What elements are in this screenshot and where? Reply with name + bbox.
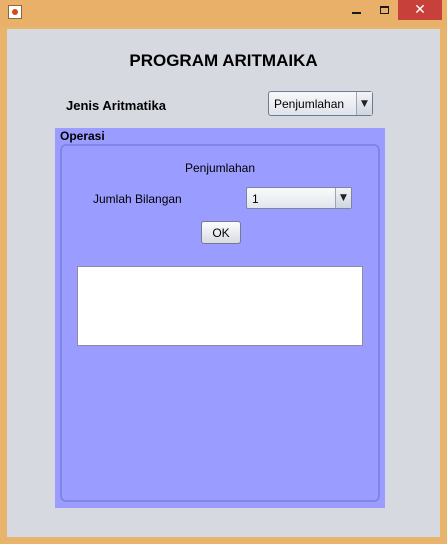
jenis-aritmatika-value: Penjumlahan xyxy=(274,97,345,111)
maximize-icon xyxy=(379,6,389,14)
jumlah-bilangan-select[interactable]: 1 ▼ xyxy=(246,187,352,209)
operasi-mode-label: Penjumlahan xyxy=(184,161,256,175)
jenis-aritmatika-label: Jenis Aritmatika xyxy=(66,98,166,113)
page-title: PROGRAM ARITMAIKA xyxy=(129,51,318,70)
chevron-down-icon[interactable]: ▼ xyxy=(335,188,351,208)
jumlah-bilangan-value: 1 xyxy=(252,192,259,206)
app-window: ✕ PROGRAM ARITMAIKA Jenis Aritmatika Pen… xyxy=(0,0,447,544)
operasi-panel: Operasi Penjumlahan Jumlah Bilangan 1 ▼ … xyxy=(55,128,385,508)
title-bar: ✕ xyxy=(0,0,447,26)
ok-button[interactable]: OK xyxy=(201,221,241,244)
minimize-button[interactable] xyxy=(342,0,370,20)
minimize-icon xyxy=(351,12,361,14)
main-content: PROGRAM ARITMAIKA Jenis Aritmatika Penju… xyxy=(7,29,440,537)
maximize-button[interactable] xyxy=(370,0,398,20)
chevron-down-icon[interactable]: ▼ xyxy=(356,92,372,115)
jumlah-bilangan-label: Jumlah Bilangan xyxy=(93,192,182,206)
jenis-aritmatika-select[interactable]: Penjumlahan ▼ xyxy=(268,91,373,116)
close-icon: ✕ xyxy=(414,2,426,18)
close-button[interactable]: ✕ xyxy=(398,0,442,20)
java-cup-icon xyxy=(8,5,22,19)
operasi-title: Operasi xyxy=(60,129,105,143)
output-text-area[interactable] xyxy=(77,266,363,346)
